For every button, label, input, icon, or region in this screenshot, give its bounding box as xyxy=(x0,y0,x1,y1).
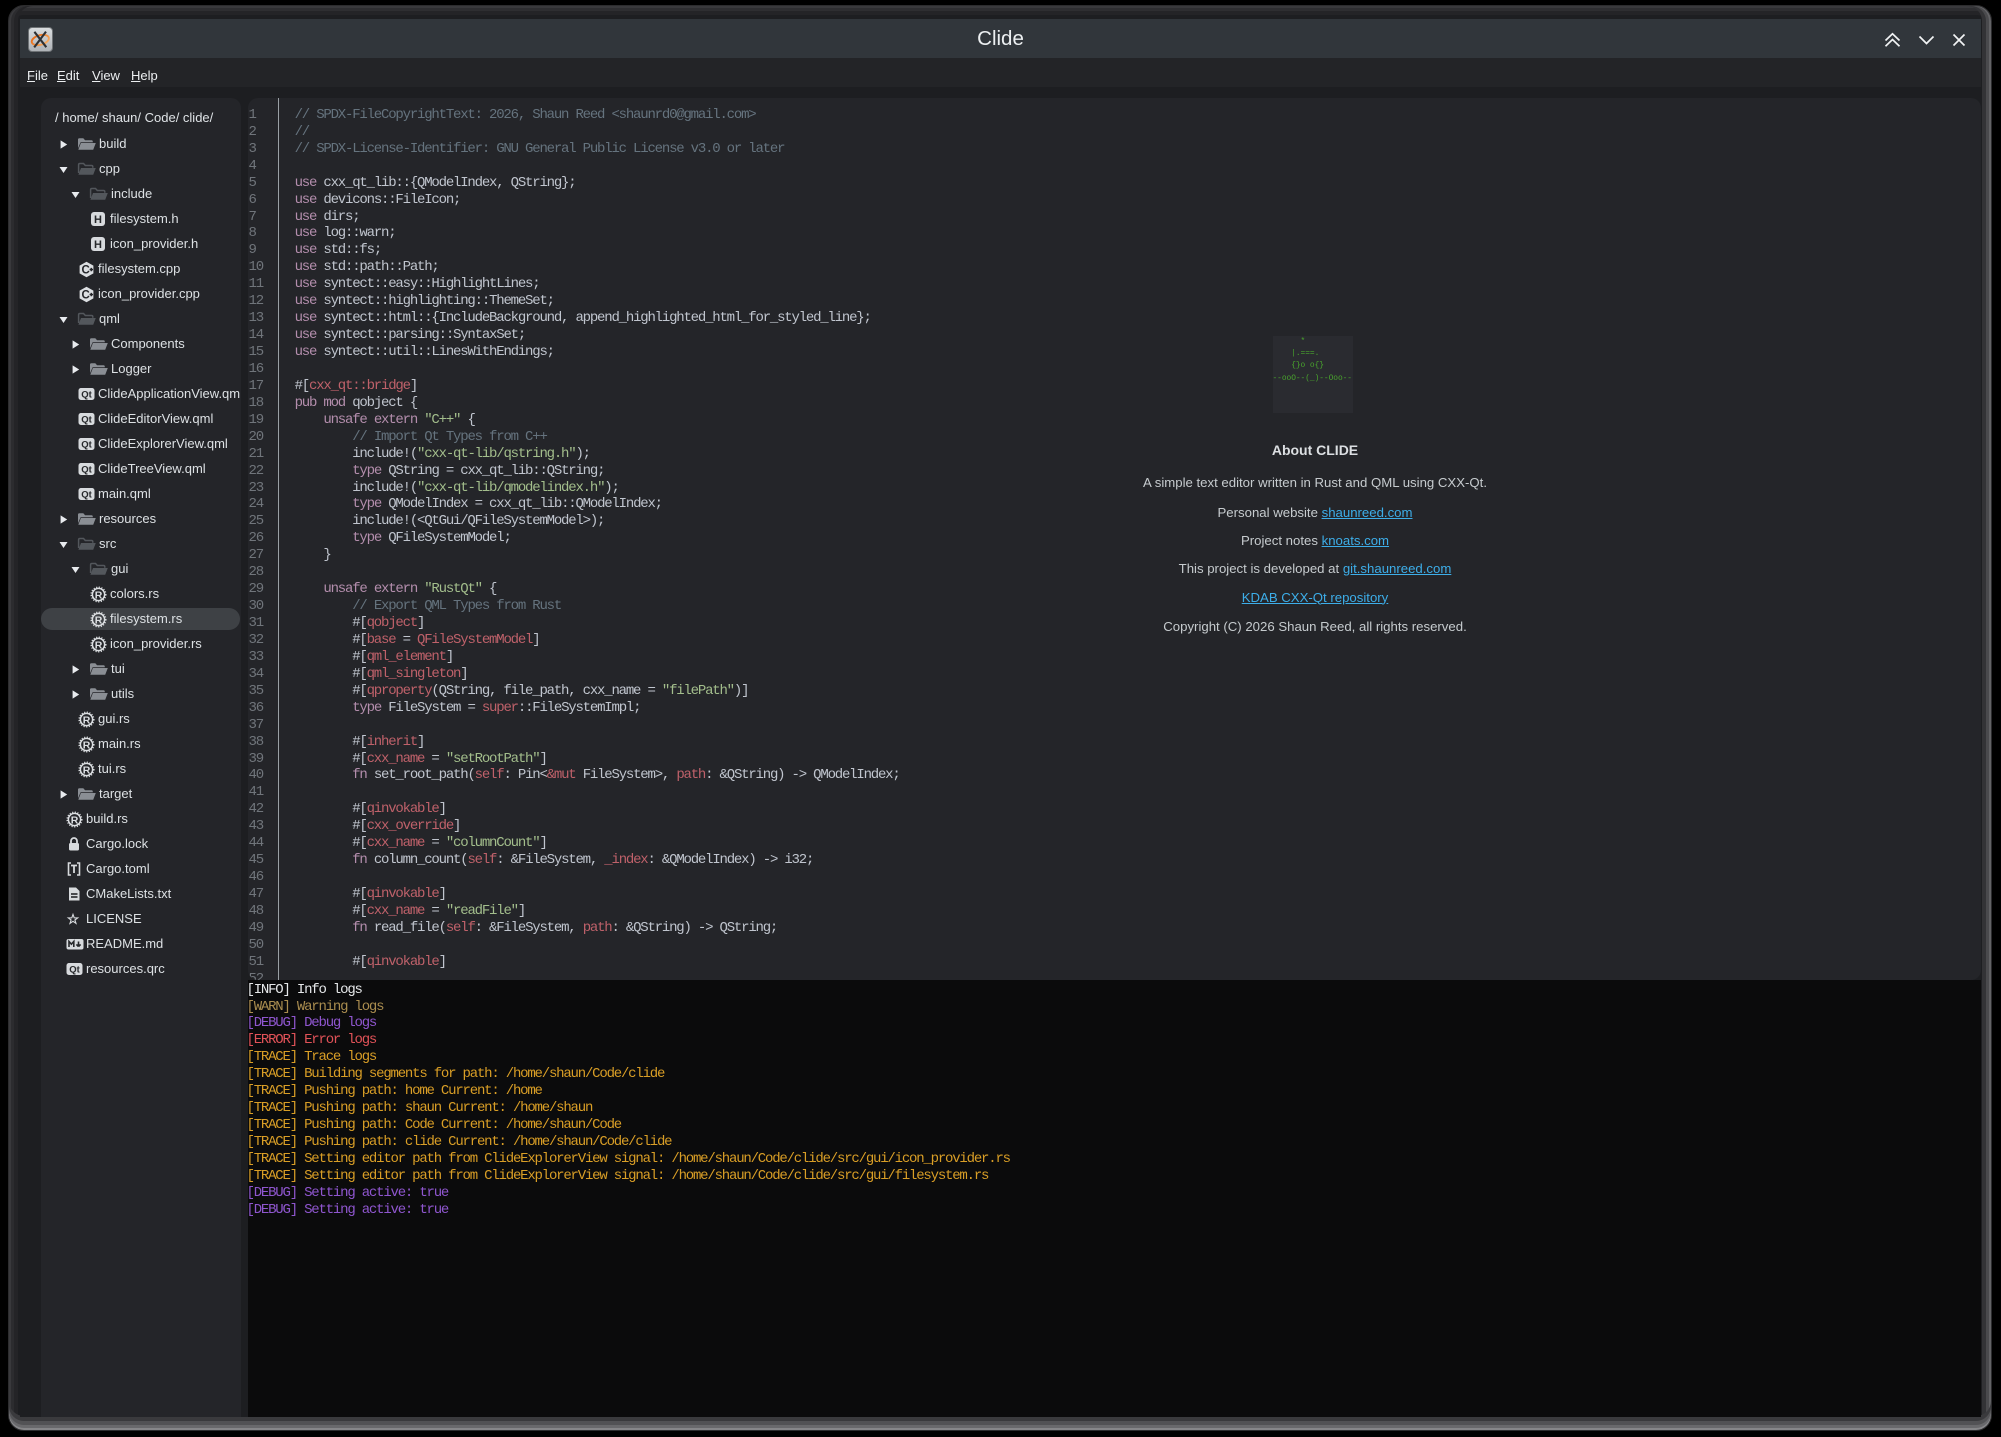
svg-text:R: R xyxy=(95,589,103,601)
svg-text:Qt: Qt xyxy=(81,414,92,425)
svg-text:C: C xyxy=(81,289,89,301)
svg-text:Qt: Qt xyxy=(81,439,92,450)
svg-text:R: R xyxy=(83,739,91,751)
svg-text:R: R xyxy=(95,614,103,626)
svg-text:Qt: Qt xyxy=(81,464,92,475)
svg-text:H: H xyxy=(94,214,102,226)
svg-text:Qt: Qt xyxy=(81,489,92,500)
svg-text:H: H xyxy=(94,239,102,251)
svg-text:Qt: Qt xyxy=(81,389,92,400)
svg-text:R: R xyxy=(95,639,103,651)
svg-text:C: C xyxy=(81,264,89,276)
svg-text:R: R xyxy=(71,814,79,826)
svg-text:R: R xyxy=(83,764,91,776)
svg-text:Qt: Qt xyxy=(69,964,80,975)
svg-text:R: R xyxy=(83,714,91,726)
